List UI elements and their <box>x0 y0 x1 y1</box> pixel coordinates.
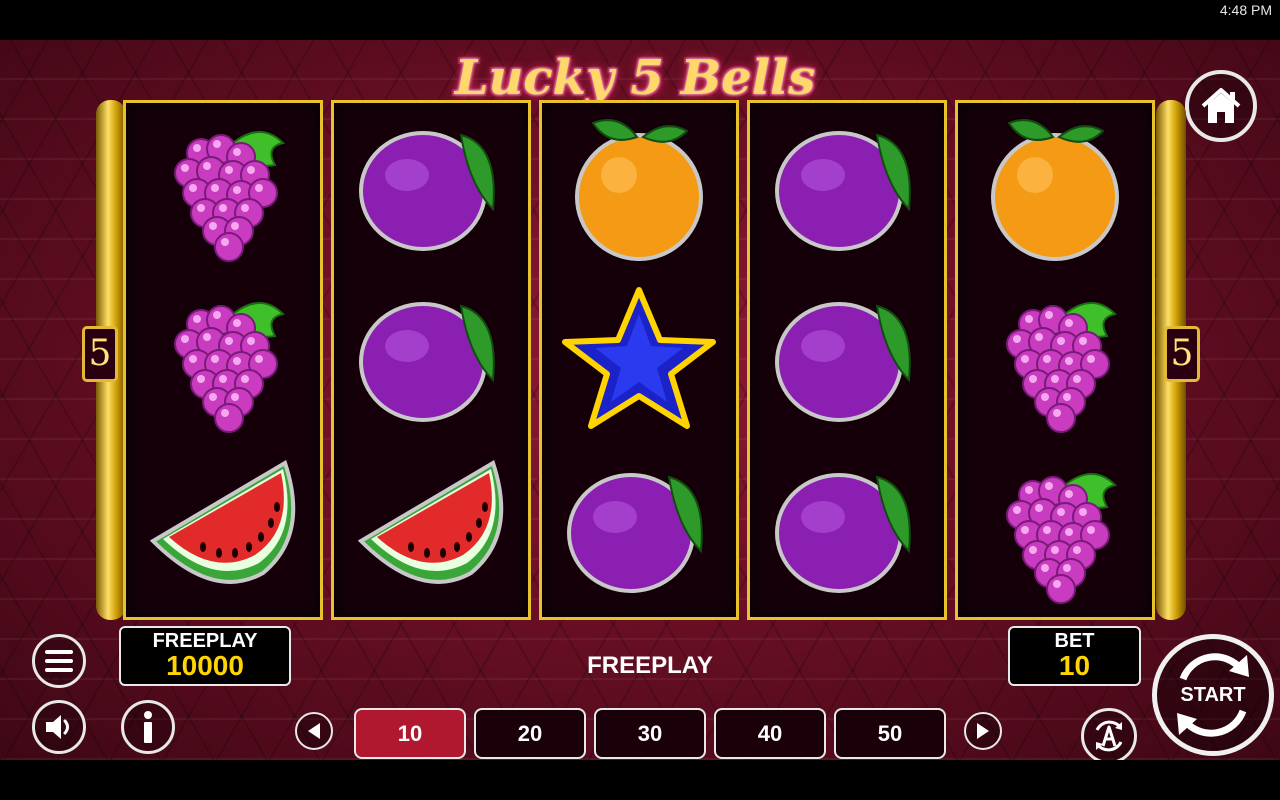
reel-symbol-cell <box>958 445 1152 615</box>
reel-symbol-cell <box>958 274 1152 444</box>
game-stage: Lucky 5 Bells 5 5 FREEPLAY 10000 FREEPLA… <box>0 40 1280 760</box>
hamburger-icon <box>45 650 73 672</box>
reel-4 <box>747 100 947 620</box>
reel-symbol-cell <box>334 274 528 444</box>
home-icon <box>1201 88 1241 123</box>
orange-icon <box>575 119 703 261</box>
balance-display: FREEPLAY 10000 <box>119 626 291 686</box>
info-icon <box>144 711 152 743</box>
plum-icon <box>359 302 495 422</box>
balance-value: 10000 <box>166 650 244 681</box>
bet-option-20[interactable]: 20 <box>474 708 586 759</box>
sound-button[interactable] <box>32 700 86 754</box>
payline-marker-right: 5 <box>1164 326 1200 382</box>
reel-symbol-cell <box>334 445 528 615</box>
bet-label: BET <box>1054 630 1095 652</box>
watermelon-icon <box>149 460 296 584</box>
grapes-icon <box>174 302 285 433</box>
star-icon <box>562 287 716 429</box>
reel-symbol-cell <box>542 274 736 444</box>
home-button[interactable] <box>1185 70 1257 142</box>
payline-marker-left: 5 <box>82 326 118 382</box>
reel-symbol-cell <box>126 445 320 615</box>
bet-next-button[interactable] <box>964 712 1002 750</box>
bet-value: 10 <box>1058 650 1091 681</box>
triangle-left-icon <box>308 723 320 739</box>
speaker-icon <box>46 715 69 739</box>
plum-icon <box>567 473 703 593</box>
bet-option-50[interactable]: 50 <box>834 708 946 759</box>
menu-button[interactable] <box>32 634 86 688</box>
bet-option-40[interactable]: 40 <box>714 708 826 759</box>
reel-symbol-cell <box>126 274 320 444</box>
autoplay-button[interactable] <box>1081 708 1137 760</box>
reels-frame <box>96 100 1186 620</box>
bottom-bar <box>0 760 1280 800</box>
reel-1 <box>123 100 323 620</box>
reel-symbol-cell <box>126 103 320 273</box>
watermelon-icon <box>357 460 504 584</box>
plum-icon <box>775 473 911 593</box>
plum-icon <box>775 302 911 422</box>
grapes-icon <box>1006 473 1117 604</box>
balance-label: FREEPLAY <box>152 630 258 652</box>
reel-symbol-cell <box>750 445 944 615</box>
reel-symbol-cell <box>334 103 528 273</box>
grapes-icon <box>174 131 285 262</box>
autoplay-icon <box>1095 720 1123 752</box>
orange-icon <box>991 119 1119 261</box>
reel-symbol-cell <box>750 274 944 444</box>
clock: 4:48 PM <box>1219 2 1272 18</box>
bet-option-10[interactable]: 10 <box>354 708 466 759</box>
plum-icon <box>359 131 495 251</box>
info-button[interactable] <box>121 700 175 754</box>
reel-2 <box>331 100 531 620</box>
top-bar: 4:48 PM <box>0 0 1280 40</box>
reel-3 <box>539 100 739 620</box>
triangle-right-icon <box>977 723 989 739</box>
start-label: START <box>1180 683 1246 706</box>
bet-prev-button[interactable] <box>295 712 333 750</box>
bet-option-30[interactable]: 30 <box>594 708 706 759</box>
reel-symbol-cell <box>542 445 736 615</box>
plum-icon <box>775 131 911 251</box>
reel-symbol-cell <box>542 103 736 273</box>
bet-display: BET 10 <box>1008 626 1141 686</box>
reel-symbol-cell <box>958 103 1152 273</box>
reel-symbol-cell <box>750 103 944 273</box>
game-mode-text: FREEPLAY <box>587 652 713 679</box>
start-spin-button[interactable]: START <box>1152 634 1274 756</box>
reel-5 <box>955 100 1155 620</box>
grapes-icon <box>1006 302 1117 433</box>
